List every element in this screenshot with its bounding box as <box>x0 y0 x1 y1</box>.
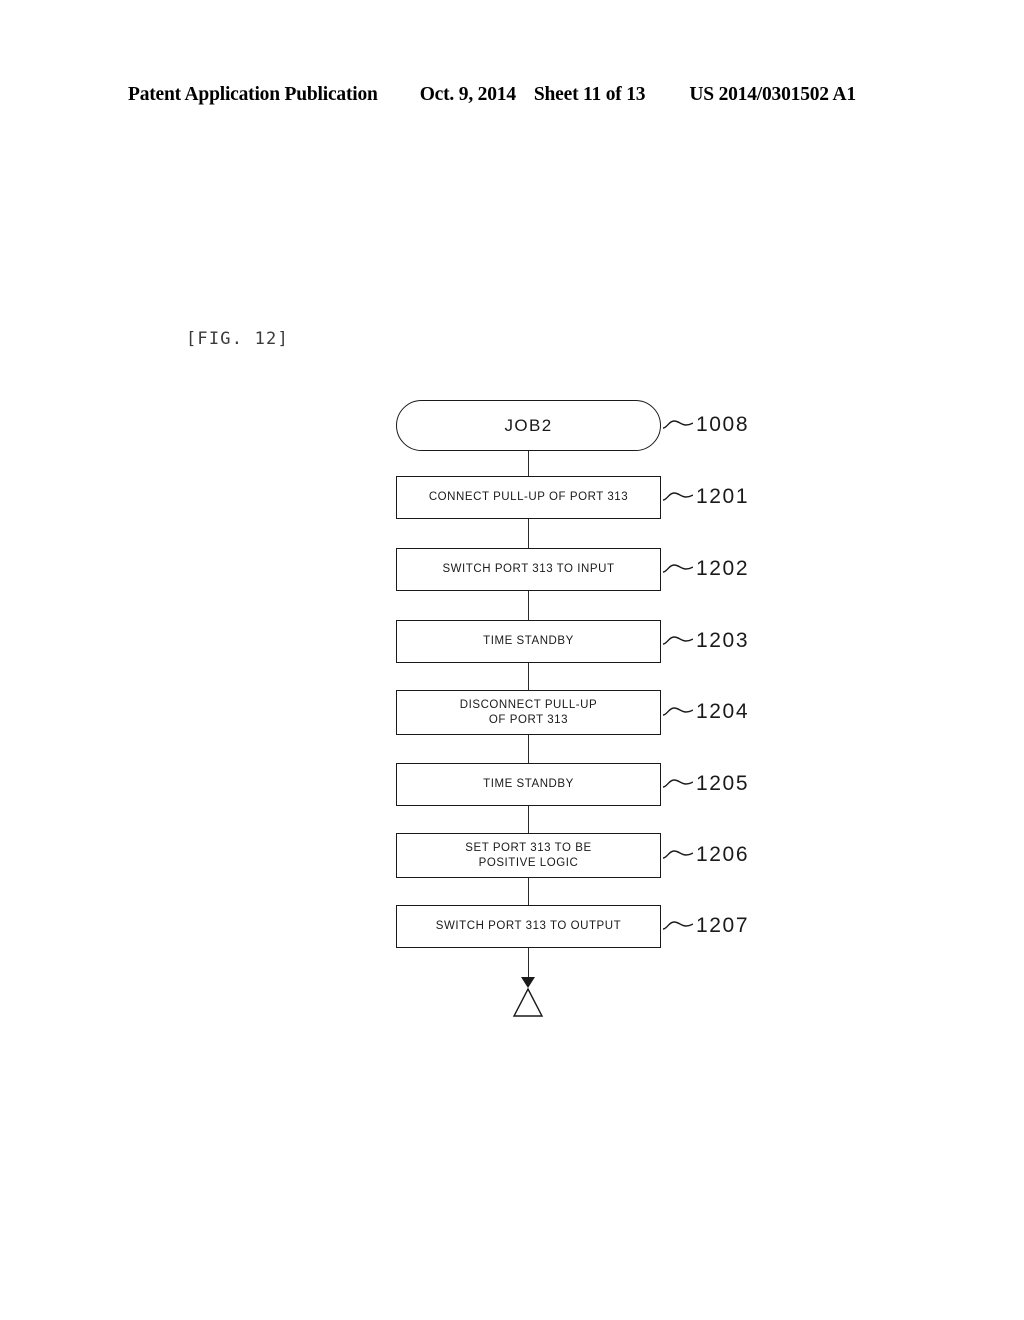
connector-1204-1205 <box>527 735 529 763</box>
flow-node-label: DISCONNECT PULL-UP OF PORT 313 <box>459 698 598 726</box>
ref-callout-1205: 1205 <box>663 769 749 799</box>
ref-callout-1207: 1207 <box>663 911 749 941</box>
flow-node-set-positive-logic[interactable]: SET PORT 313 TO BE POSITIVE LOGIC <box>396 833 661 878</box>
ref-callout-1204: 1204 <box>663 697 749 727</box>
ref-callout-1206: 1206 <box>663 840 749 870</box>
flow-node-label: SWITCH PORT 313 TO OUTPUT <box>435 920 622 932</box>
ref-callout-1201: 1201 <box>663 482 749 512</box>
connector-1203-1204 <box>527 663 529 690</box>
connector-1206-1207 <box>527 878 529 905</box>
leader-squiggle-icon <box>663 564 693 573</box>
flow-node-time-standby-1205[interactable]: TIME STANDBY <box>396 763 661 806</box>
flow-node-time-standby-1203[interactable]: TIME STANDBY <box>396 620 661 663</box>
connector-1008-1201 <box>527 450 529 476</box>
leader-squiggle-icon <box>663 420 693 429</box>
connector-1205-1206 <box>527 806 529 833</box>
flow-node-label: CONNECT PULL-UP OF PORT 313 <box>428 491 629 503</box>
flow-node-label: TIME STANDBY <box>483 635 574 647</box>
flow-node-label: TIME STANDBY <box>483 778 574 790</box>
ref-number: 1203 <box>696 629 750 652</box>
leader-squiggle-icon <box>663 492 693 501</box>
flow-node-job2[interactable]: JOB2 <box>396 400 661 451</box>
flow-node-label: SET PORT 313 TO BE POSITIVE LOGIC <box>465 841 592 869</box>
connector-1202-1203 <box>527 591 529 620</box>
flow-node-switch-port-input[interactable]: SWITCH PORT 313 TO INPUT <box>396 548 661 591</box>
ref-callout-1203: 1203 <box>663 626 749 656</box>
flow-node-label: SWITCH PORT 313 TO INPUT <box>442 563 615 575</box>
leader-squiggle-icon <box>663 921 693 930</box>
leader-squiggle-icon <box>663 779 693 788</box>
ref-number: 1205 <box>696 772 750 795</box>
flow-node-connect-pullup[interactable]: CONNECT PULL-UP OF PORT 313 <box>396 476 661 519</box>
flow-node-label: JOB2 <box>504 416 553 435</box>
ref-number: 1206 <box>696 843 750 866</box>
leader-squiggle-icon <box>663 636 693 645</box>
ref-number: 1202 <box>696 557 750 580</box>
flowchart-diagram: JOB2 1008 CONNECT PULL-UP OF PORT 313 12… <box>0 0 1024 1320</box>
ref-callout-1202: 1202 <box>663 554 749 584</box>
leader-squiggle-icon <box>663 850 693 859</box>
flow-node-switch-port-output[interactable]: SWITCH PORT 313 TO OUTPUT <box>396 905 661 948</box>
connector-1201-1202 <box>527 518 529 548</box>
return-symbol-icon <box>512 977 544 1017</box>
ref-number: 1008 <box>696 413 750 436</box>
flow-return-terminator-icon <box>505 972 551 1028</box>
ref-callout-1008: 1008 <box>663 410 749 440</box>
ref-number: 1207 <box>696 914 750 937</box>
ref-number: 1201 <box>696 485 750 508</box>
ref-number: 1204 <box>696 700 750 723</box>
flow-node-disconnect-pullup[interactable]: DISCONNECT PULL-UP OF PORT 313 <box>396 690 661 735</box>
leader-squiggle-icon <box>663 707 693 716</box>
